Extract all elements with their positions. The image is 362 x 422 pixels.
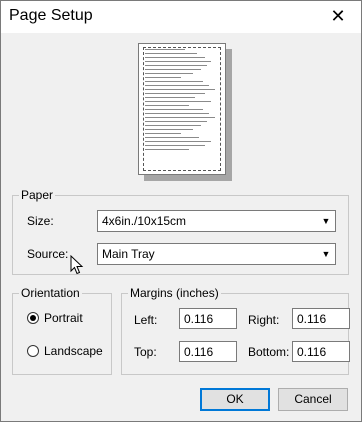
- preview-text-line: [145, 105, 189, 106]
- preview-text-line: [145, 53, 197, 54]
- preview-text-line: [145, 61, 211, 62]
- mouse-cursor-icon: [70, 255, 84, 275]
- top-margin-input[interactable]: 0.116: [179, 341, 237, 362]
- preview-text-line: [145, 117, 215, 118]
- preview-text-line: [145, 77, 181, 78]
- ok-button[interactable]: OK: [200, 388, 270, 411]
- preview-text-line: [145, 121, 207, 122]
- size-select[interactable]: 4x6in./10x15cm ▼: [97, 210, 336, 232]
- right-margin-input[interactable]: 0.116: [292, 308, 350, 329]
- size-label: Size:: [27, 214, 54, 228]
- portrait-radio[interactable]: [27, 312, 39, 324]
- top-margin-label: Top:: [134, 345, 157, 359]
- dialog-title: Page Setup: [9, 7, 93, 24]
- left-margin-input[interactable]: 0.116: [179, 308, 237, 329]
- preview-text-line: [145, 65, 207, 66]
- cancel-button[interactable]: Cancel: [278, 388, 348, 411]
- page-setup-dialog: Page Setup ✕ Paper Size: 4x6in./10x15cm …: [0, 0, 362, 422]
- preview-text-line: [145, 109, 203, 110]
- bottom-margin-input[interactable]: 0.116: [292, 341, 350, 362]
- page-preview: [138, 43, 226, 175]
- chevron-down-icon: ▼: [321, 249, 331, 259]
- preview-text-line: [145, 89, 215, 90]
- preview-text-line: [145, 49, 185, 50]
- preview-text-line: [145, 93, 205, 94]
- preview-text-line: [145, 97, 195, 98]
- preview-text-line: [145, 57, 205, 58]
- landscape-radio[interactable]: [27, 345, 39, 357]
- orientation-group: Orientation: [12, 286, 112, 375]
- preview-text-line: [145, 137, 199, 138]
- margins-legend: Margins (inches): [130, 286, 219, 300]
- portrait-label[interactable]: Portrait: [44, 311, 83, 325]
- size-select-value: 4x6in./10x15cm: [102, 214, 187, 228]
- preview-text-line: [145, 133, 181, 134]
- paper-legend: Paper: [21, 188, 54, 202]
- preview-text-line: [145, 81, 203, 82]
- bottom-margin-label: Bottom:: [248, 345, 290, 359]
- preview-text-line: [145, 141, 211, 142]
- preview-text-lines: [145, 49, 215, 153]
- close-icon: ✕: [330, 6, 346, 26]
- title-bar: Page Setup ✕: [1, 1, 361, 33]
- preview-text-line: [145, 113, 209, 114]
- left-margin-label: Left:: [134, 313, 158, 327]
- preview-text-line: [145, 125, 201, 126]
- close-button[interactable]: ✕: [315, 1, 361, 33]
- source-select[interactable]: Main Tray ▼: [97, 243, 336, 265]
- preview-text-line: [145, 69, 201, 70]
- preview-text-line: [145, 149, 189, 150]
- source-label: Source:: [27, 247, 69, 261]
- landscape-label[interactable]: Landscape: [44, 344, 103, 358]
- orientation-legend: Orientation: [21, 286, 80, 300]
- source-select-value: Main Tray: [102, 247, 155, 261]
- preview-text-line: [145, 73, 193, 74]
- preview-text-line: [145, 85, 209, 86]
- preview-text-line: [145, 101, 211, 102]
- chevron-down-icon: ▼: [321, 216, 331, 226]
- preview-text-line: [145, 145, 205, 146]
- right-margin-label: Right:: [248, 313, 280, 327]
- preview-text-line: [145, 129, 193, 130]
